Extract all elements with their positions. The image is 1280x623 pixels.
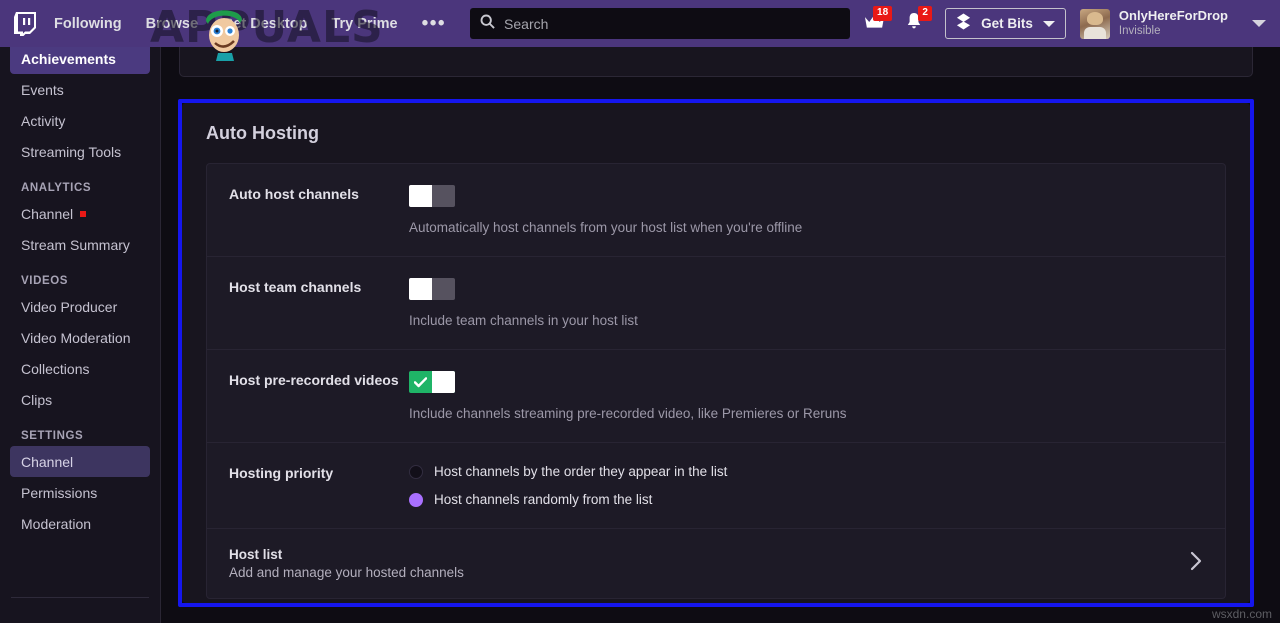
toggle-host-pre-recorded-videos[interactable] [409, 371, 455, 393]
notifications-badge: 2 [918, 5, 933, 21]
sidebar-item-label: Clips [21, 391, 53, 408]
sidebar-item-label: Channel [21, 205, 74, 222]
auto-hosting-panel: Auto Hosting Auto host channels Automati… [182, 103, 1250, 603]
toggle-auto-host-channels[interactable] [409, 185, 455, 207]
nav-link-get-desktop[interactable]: Get Desktop [222, 16, 307, 32]
settings-rows: Auto host channels Automatically host ch… [206, 163, 1226, 599]
nav-more-button[interactable]: ••• [422, 14, 446, 33]
setting-row-host-pre-recorded-videos: Host pre-recorded videos Include channel… [207, 350, 1225, 443]
twitch-logo[interactable] [14, 11, 36, 36]
sidebar-item-moderation[interactable]: Moderation [10, 508, 150, 539]
search-icon [480, 14, 495, 34]
user-name: OnlyHereForDrop [1118, 8, 1228, 24]
bits-icon [956, 13, 971, 35]
setting-label: Host pre-recorded videos [229, 372, 399, 388]
sidebar-item-permissions[interactable]: Permissions [10, 477, 150, 508]
chevron-down-icon[interactable] [1252, 15, 1266, 33]
sidebar-item-label: Collections [21, 360, 90, 377]
host-list-subtitle: Add and manage your hosted channels [229, 565, 464, 580]
sidebar-item-streaming-tools[interactable]: Streaming Tools [10, 136, 150, 167]
sidebar-heading-settings: SETTINGS [21, 430, 84, 442]
sidebar-item-label: Permissions [21, 484, 98, 501]
setting-control: Include channels streaming pre-recorded … [409, 371, 1225, 421]
toggle-knob [409, 185, 432, 207]
setting-control: Host channels by the order they appear i… [409, 464, 1225, 507]
sidebar-divider [11, 597, 149, 598]
sidebar-item-label: Video Producer [21, 298, 118, 315]
setting-description: Include channels streaming pre-recorded … [409, 406, 847, 421]
sidebar-item-achievements[interactable]: Achievements [10, 43, 150, 74]
new-indicator-dot [80, 210, 87, 217]
radio-option-order[interactable]: Host channels by the order they appear i… [409, 464, 1225, 479]
sidebar-item-label: Streaming Tools [21, 143, 122, 160]
sidebar-item-label: Achievements [21, 50, 116, 67]
setting-label: Host team channels [229, 279, 362, 295]
nav-link-try-prime[interactable]: Try Prime [331, 16, 397, 32]
sidebar-item-label: Channel [21, 453, 74, 470]
get-bits-label: Get Bits [981, 16, 1033, 31]
setting-label: Auto host channels [229, 186, 359, 202]
sidebar-item-label: Activity [21, 112, 66, 129]
sidebar-item-channel-analytics[interactable]: Channel [10, 198, 150, 229]
sidebar-item-video-moderation[interactable]: Video Moderation [10, 322, 150, 353]
search-bar[interactable] [470, 8, 851, 39]
sidebar-item-label: Events [21, 81, 64, 98]
radio-option-random[interactable]: Host channels randomly from the list [409, 492, 1225, 507]
setting-description: Include team channels in your host list [409, 313, 638, 328]
setting-row-hosting-priority: Hosting priority Host channels by the or… [207, 443, 1225, 529]
crown-badge: 18 [873, 5, 893, 21]
sidebar-item-channel-settings[interactable]: Channel [10, 446, 150, 477]
chevron-right-icon[interactable] [1190, 551, 1203, 576]
radio-label: Host channels randomly from the list [434, 492, 653, 507]
toggle-knob [432, 371, 455, 393]
sidebar-item-activity[interactable]: Activity [10, 105, 150, 136]
host-list-text: Host list Add and manage your hosted cha… [229, 547, 1190, 580]
setting-description: Automatically host channels from your ho… [409, 220, 803, 235]
sidebar-heading-videos: VIDEOS [21, 275, 69, 287]
get-bits-button[interactable]: Get Bits [945, 8, 1066, 39]
user-info: OnlyHereForDrop Invisible [1119, 8, 1228, 39]
setting-control: Include team channels in your host list [409, 278, 1225, 328]
crown-button[interactable]: 18 [857, 5, 893, 39]
host-list-row[interactable]: Host list Add and manage your hosted cha… [207, 529, 1225, 598]
nav-link-following[interactable]: Following [54, 16, 122, 32]
sidebar-item-stream-summary[interactable]: Stream Summary [10, 229, 150, 260]
radio-button-icon [409, 492, 423, 507]
setting-row-auto-host-channels: Auto host channels Automatically host ch… [207, 164, 1225, 257]
nav-link-browse[interactable]: Browse [146, 16, 198, 32]
setting-label: Hosting priority [229, 465, 334, 481]
setting-row-host-team-channels: Host team channels Include team channels… [207, 257, 1225, 350]
previous-settings-card-partial [179, 43, 1253, 77]
top-navigation-bar: Following Browse Get Desktop Try Prime •… [0, 0, 1280, 47]
chevron-down-icon [1042, 15, 1055, 33]
toggle-knob [409, 278, 432, 300]
host-list-title: Host list [229, 547, 283, 562]
avatar [1079, 8, 1110, 39]
sidebar-item-video-producer[interactable]: Video Producer [10, 291, 150, 322]
left-sidebar: Achievements Events Activity Streaming T… [0, 43, 161, 623]
main-content: Auto Hosting Auto host channels Automati… [161, 43, 1280, 623]
sidebar-heading-analytics: ANALYTICS [21, 182, 92, 194]
radio-label: Host channels by the order they appear i… [434, 464, 728, 479]
page-title: Auto Hosting [206, 123, 319, 143]
notifications-button[interactable]: 2 [897, 5, 933, 39]
sidebar-item-label: Moderation [21, 515, 92, 532]
sidebar-item-events[interactable]: Events [10, 74, 150, 105]
setting-control: Automatically host channels from your ho… [409, 185, 1225, 235]
user-menu[interactable]: OnlyHereForDrop Invisible [1079, 8, 1270, 39]
check-icon [409, 371, 432, 393]
search-input[interactable] [504, 15, 841, 32]
sidebar-item-collections[interactable]: Collections [10, 353, 150, 384]
radio-button-icon [409, 464, 423, 479]
nav-right-cluster: 18 2 Get Bits OnlyHereForDrop Invisible [857, 0, 1280, 47]
toggle-host-team-channels[interactable] [409, 278, 455, 300]
sidebar-item-label: Video Moderation [21, 329, 131, 346]
toggle-track [432, 278, 455, 300]
user-status: Invisible [1118, 25, 1161, 38]
sidebar-item-clips[interactable]: Clips [10, 384, 150, 415]
sidebar-item-label: Stream Summary [21, 236, 130, 253]
toggle-track [432, 185, 455, 207]
